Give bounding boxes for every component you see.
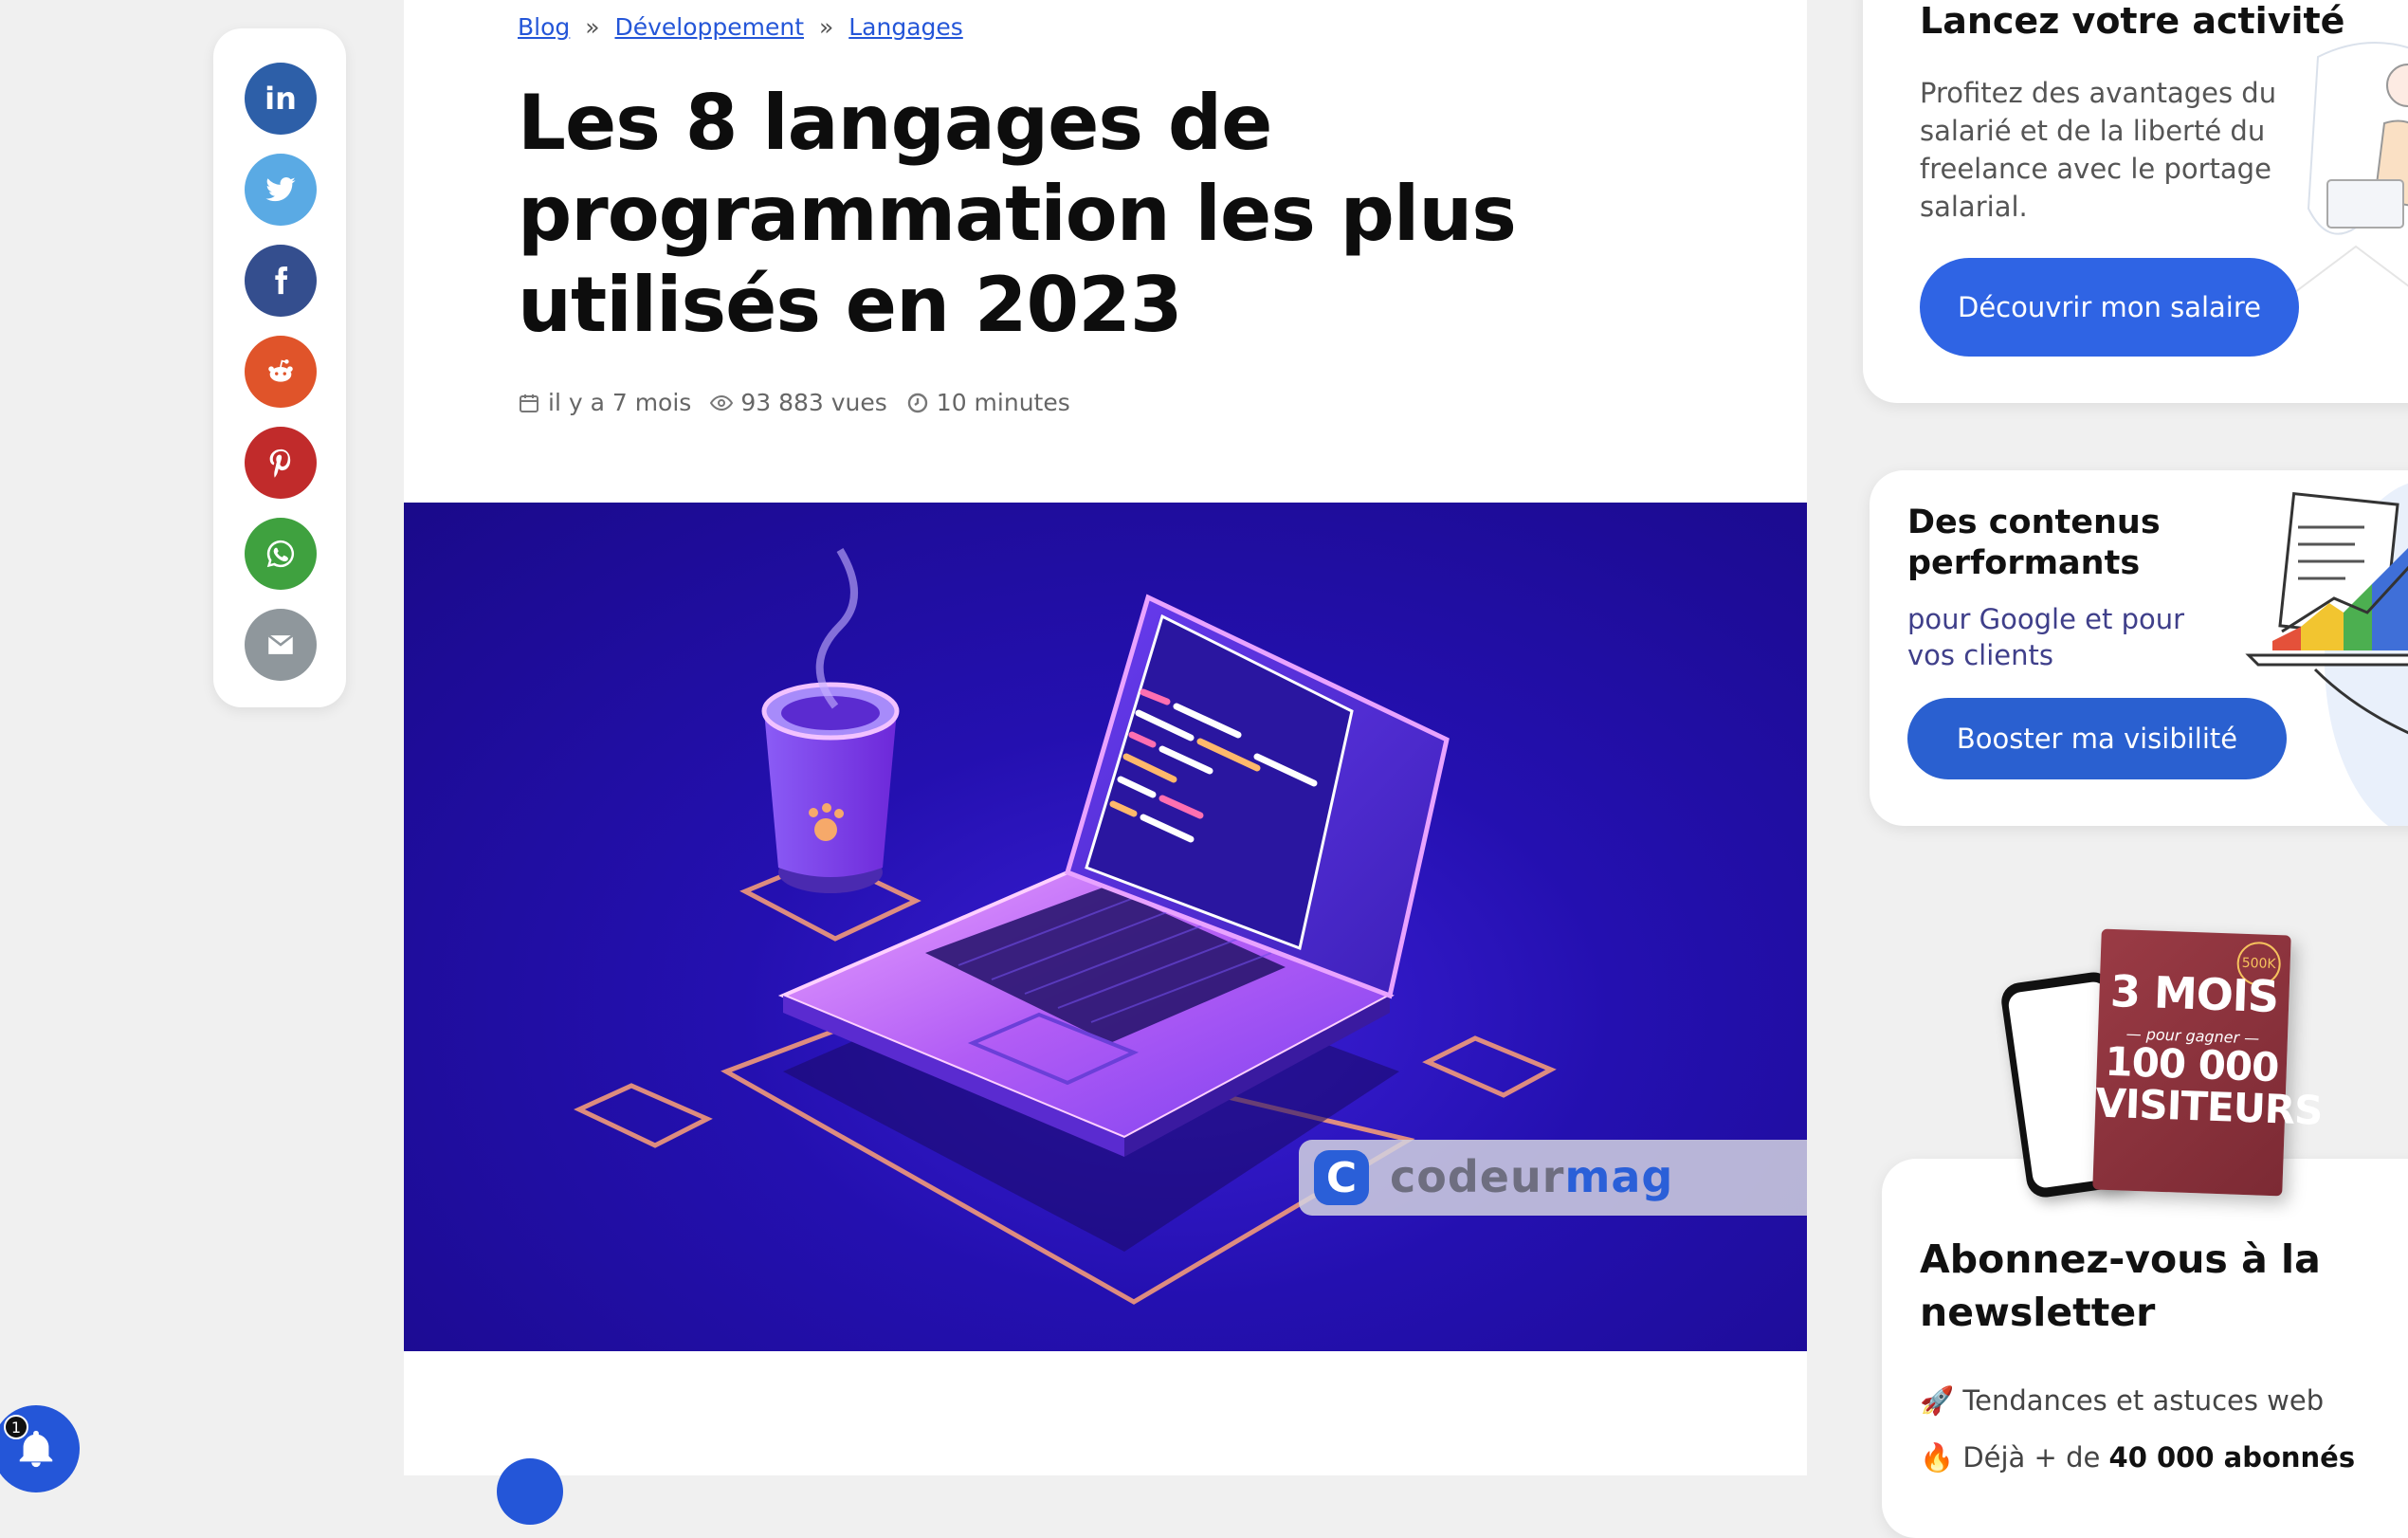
share-facebook-button[interactable] bbox=[245, 245, 317, 317]
calendar-icon bbox=[520, 394, 538, 412]
share-whatsapp-button[interactable] bbox=[245, 518, 317, 590]
newsletter-benefit-2-prefix: Déjà + de bbox=[1962, 1441, 2109, 1474]
whatsapp-icon bbox=[266, 540, 295, 568]
breadcrumb-langages-link[interactable]: Langages bbox=[848, 13, 963, 41]
logo-wordmark: codeurmag bbox=[1390, 1151, 1673, 1202]
social-share-bar: in bbox=[213, 28, 346, 707]
codeur-mag-logo: C codeurmag bbox=[1299, 1140, 1807, 1216]
newsletter-card: Abonnez-vous à la newsletter 🚀 Tendances… bbox=[1882, 1159, 2408, 1538]
reddit-icon bbox=[268, 359, 293, 382]
ebook-cover: 500K 3 MOIS — pour gagner — 100 000 VISI… bbox=[2092, 928, 2324, 1197]
rocket-icon: 🚀 bbox=[1920, 1384, 1955, 1417]
notification-count-badge: 1 bbox=[4, 1415, 28, 1439]
breadcrumb-separator: » bbox=[585, 13, 600, 41]
boost-visibility-button[interactable]: Booster ma visibilité bbox=[1907, 698, 2287, 779]
ebook-title-line1: 3 MOIS bbox=[2109, 964, 2279, 1023]
twitter-icon bbox=[265, 177, 296, 202]
discover-salary-button[interactable]: Découvrir mon salaire bbox=[1920, 258, 2299, 357]
share-pinterest-button[interactable] bbox=[245, 427, 317, 499]
breadcrumb-separator: » bbox=[818, 13, 834, 41]
share-email-button[interactable] bbox=[245, 609, 317, 681]
article-main: Blog » Développement » Langages Les 8 la… bbox=[404, 0, 1807, 1525]
breadcrumb-blog-link[interactable]: Blog bbox=[518, 13, 570, 41]
promo2-title: Des contenus performants bbox=[1907, 504, 2161, 582]
pinterest-icon bbox=[269, 449, 291, 478]
promo1-title: Lancez votre activité bbox=[1920, 0, 2345, 42]
logo-word: codeur bbox=[1390, 1151, 1565, 1202]
codeur-logo-icon: C bbox=[1314, 1150, 1369, 1205]
share-reddit-button[interactable] bbox=[245, 336, 317, 408]
promo-portage-card: Lancez votre activité Profitez des avant… bbox=[1863, 0, 2408, 403]
newsletter-benefit-1: 🚀 Tendances et astuces web bbox=[1920, 1384, 2324, 1418]
content-badge bbox=[497, 1458, 563, 1525]
meta-read-time-text: 10 minutes bbox=[936, 389, 1070, 416]
newsletter-benefit-1-text: Tendances et astuces web bbox=[1962, 1384, 2325, 1417]
fire-icon: 🔥 bbox=[1920, 1441, 1955, 1474]
facebook-icon bbox=[275, 266, 288, 295]
promo1-text: Profitez des avantages du salarié et de … bbox=[1920, 77, 2277, 223]
eye-icon bbox=[710, 394, 734, 411]
article-meta: il y a 7 mois 93 883 vues 10 minutes bbox=[518, 389, 1070, 416]
meta-views: 93 883 vues bbox=[710, 389, 887, 416]
newsletter-title: Abonnez-vous à la newsletter bbox=[1920, 1236, 2321, 1335]
clock-icon bbox=[907, 393, 927, 412]
promo2-text: pour Google et pour vos clients bbox=[1907, 603, 2185, 671]
breadcrumb: Blog » Développement » Langages bbox=[518, 13, 963, 41]
hero-image: C codeurmag bbox=[404, 503, 1807, 1351]
breadcrumb-developpement-link[interactable]: Développement bbox=[614, 13, 804, 41]
mail-icon bbox=[267, 634, 294, 654]
laptop-illustration bbox=[574, 547, 1557, 1305]
meta-read-time: 10 minutes bbox=[906, 389, 1070, 416]
share-linkedin-button[interactable]: in bbox=[245, 63, 317, 135]
newsletter-subscriber-count: 40 000 abonnés bbox=[2108, 1441, 2356, 1474]
logo-accent: mag bbox=[1564, 1151, 1674, 1202]
meta-views-text: 93 883 vues bbox=[740, 389, 887, 416]
meta-date-text: il y a 7 mois bbox=[548, 389, 692, 416]
share-twitter-button[interactable] bbox=[245, 154, 317, 226]
linkedin-icon: in bbox=[265, 81, 297, 117]
newsletter-benefit-2: 🔥 Déjà + de 40 000 abonnés bbox=[1920, 1441, 2355, 1474]
ebook-title-line3: 100 000 VISITEURS bbox=[2094, 1037, 2324, 1134]
article-title: Les 8 langages de programmation les plus… bbox=[518, 79, 1517, 349]
meta-date: il y a 7 mois bbox=[518, 389, 691, 416]
promo-content-card: Des contenus performants pour Google et … bbox=[1870, 470, 2408, 826]
